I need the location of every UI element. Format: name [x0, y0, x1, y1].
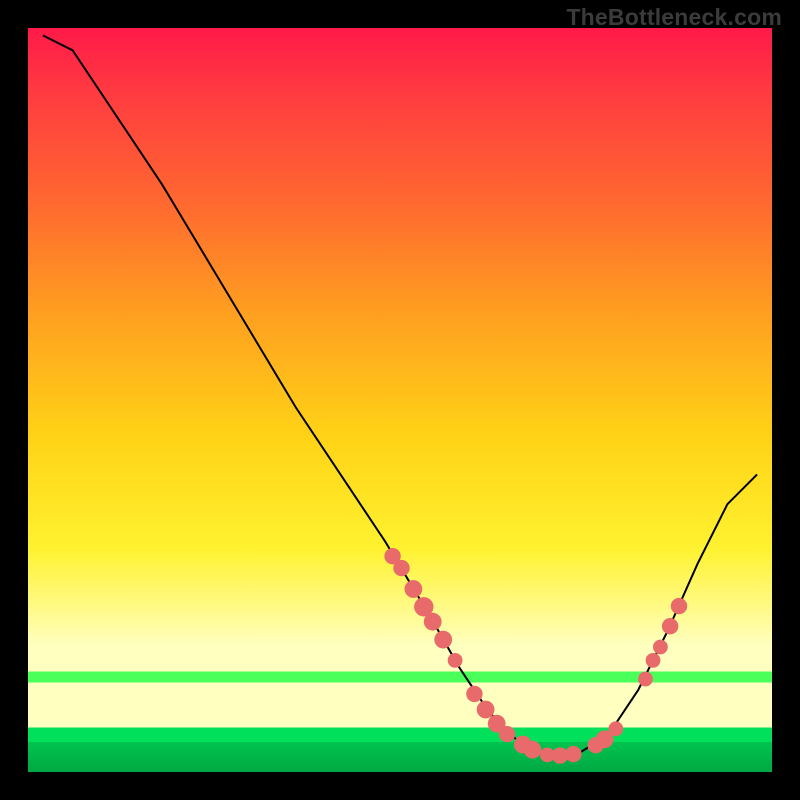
data-point — [646, 653, 661, 668]
data-point — [565, 746, 581, 762]
chart-frame: TheBottleneck.com — [0, 0, 800, 800]
bottleneck-curve — [43, 35, 757, 755]
data-point — [671, 598, 687, 614]
data-point — [393, 560, 409, 576]
data-point — [405, 580, 423, 598]
data-point — [424, 613, 442, 631]
data-point — [638, 672, 653, 687]
data-point — [466, 686, 482, 702]
data-point — [448, 653, 463, 668]
data-point — [434, 631, 452, 649]
watermark-text: TheBottleneck.com — [566, 4, 782, 31]
data-point — [524, 741, 542, 759]
data-point — [499, 726, 515, 742]
data-point — [477, 701, 495, 719]
plot-area — [28, 28, 772, 772]
data-point — [662, 618, 678, 634]
data-point — [653, 640, 668, 655]
curve-layer — [28, 28, 772, 772]
data-point — [608, 721, 623, 736]
data-markers — [384, 548, 687, 764]
